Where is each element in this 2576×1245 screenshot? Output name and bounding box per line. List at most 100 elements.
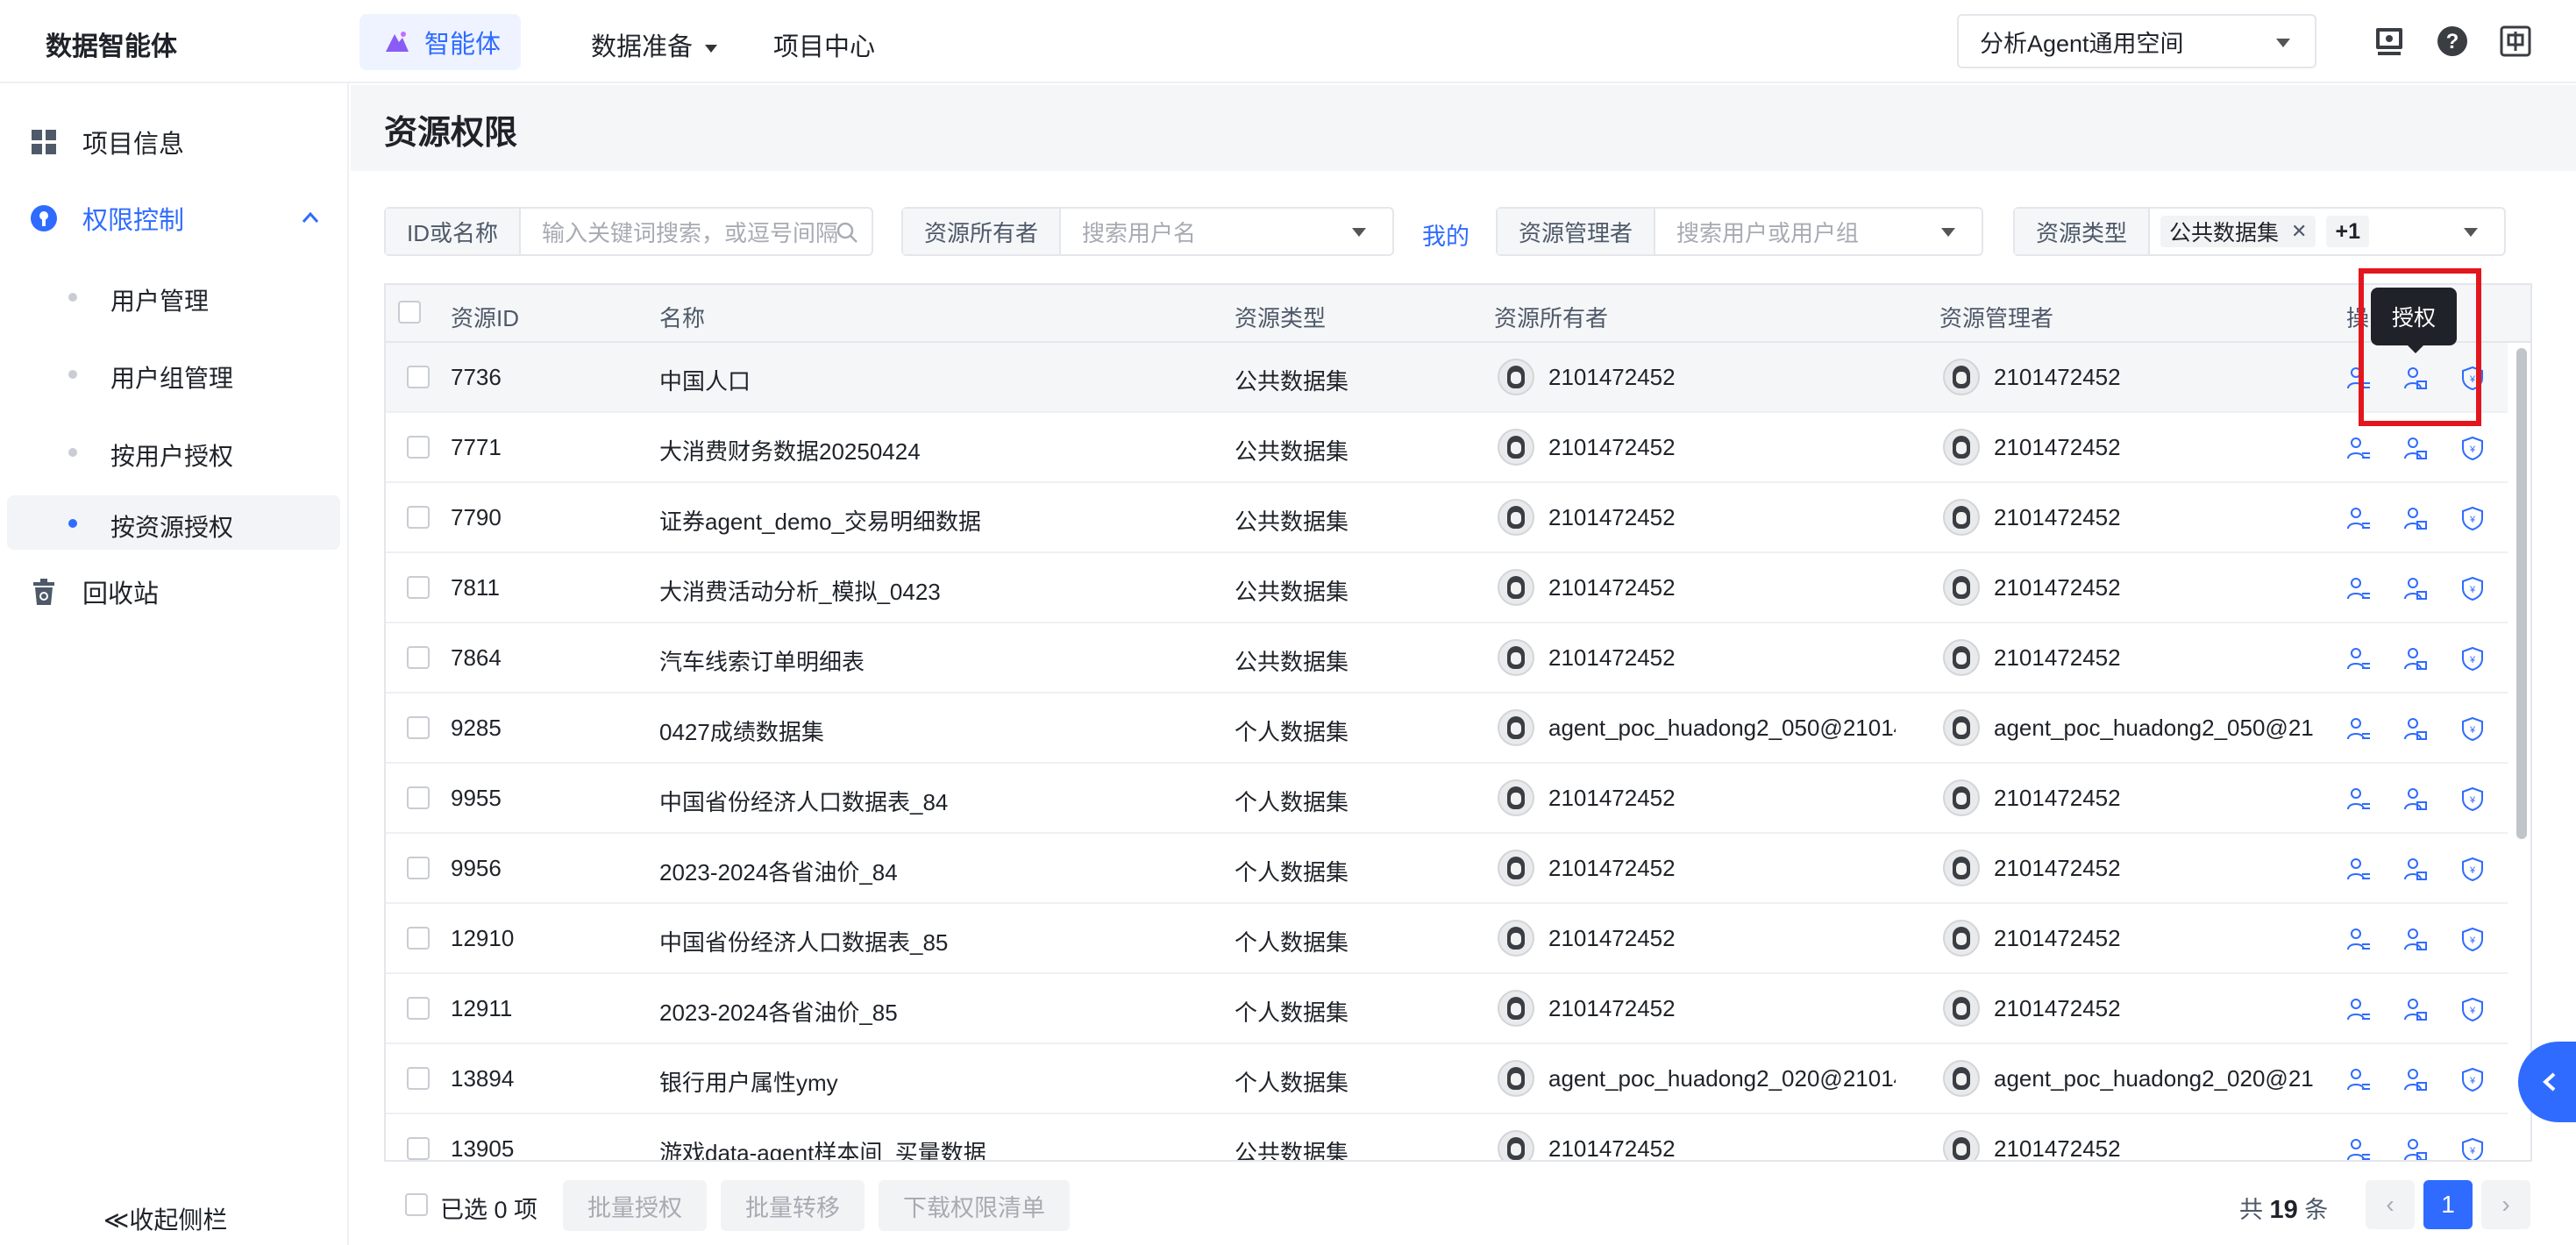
cell-type: 公共数据集 xyxy=(1235,509,1349,535)
cell-type: 公共数据集 xyxy=(1235,438,1349,465)
grant-user-icon[interactable] xyxy=(2346,716,2371,741)
table-row[interactable]: 7864 汽车线索订单明细表 公共数据集 2101472452 2101472452 ¥ xyxy=(386,623,2508,694)
id-name-search-input[interactable]: 输入关键词搜索，或逗号间隔 xyxy=(521,209,872,254)
cell-manager: 2101472452 xyxy=(1994,1135,2121,1162)
grant-user-icon[interactable] xyxy=(2346,576,2371,601)
authorize-icon[interactable] xyxy=(2402,927,2427,951)
row-checkbox[interactable] xyxy=(407,927,430,950)
table-row[interactable]: 12910 中国省份经济人口数据表_85 个人数据集 2101472452 210147… xyxy=(386,904,2508,974)
sidebar-item-project-info[interactable]: 项目信息 xyxy=(0,116,349,168)
sidebar-item-user-group-management[interactable]: 用户组管理 xyxy=(7,346,340,401)
authorize-icon[interactable] xyxy=(2402,997,2427,1021)
cell-name: 大消费财务数据20250424 xyxy=(659,438,921,465)
table-row[interactable]: 9285 0427成绩数据集 个人数据集 agent_poc_huadong2_050… xyxy=(386,694,2508,764)
collapse-sidebar-button[interactable]: ≪收起侧栏 xyxy=(103,1201,227,1236)
grant-user-icon[interactable] xyxy=(2346,857,2371,881)
row-checkbox[interactable] xyxy=(407,506,430,529)
shield-icon[interactable]: ¥ xyxy=(2460,997,2485,1021)
grant-user-icon[interactable] xyxy=(2346,646,2371,671)
workspace-select[interactable]: 分析Agent通用空间 xyxy=(1957,14,2316,68)
language-icon[interactable] xyxy=(2499,25,2532,58)
grant-tooltip: 授权 xyxy=(2371,288,2457,353)
row-checkbox[interactable] xyxy=(407,646,430,669)
batch-transfer-button[interactable]: 批量转移 xyxy=(721,1180,865,1231)
row-checkbox[interactable] xyxy=(407,997,430,1020)
sidebar-item-permission-control[interactable]: 权限控制 xyxy=(0,192,349,245)
shield-icon[interactable]: ¥ xyxy=(2460,1137,2485,1162)
sidebar-item-grant-by-resource[interactable]: 按资源授权 xyxy=(7,495,340,550)
grant-user-icon[interactable] xyxy=(2346,506,2371,530)
row-checkbox[interactable] xyxy=(407,366,430,388)
row-checkbox[interactable] xyxy=(407,436,430,459)
filter-manager: 资源管理者 搜索用户或用户组 xyxy=(1496,207,1983,256)
grant-user-icon[interactable] xyxy=(2346,1137,2371,1162)
shield-icon[interactable]: ¥ xyxy=(2460,646,2485,671)
row-checkbox[interactable] xyxy=(407,857,430,879)
monitor-icon[interactable] xyxy=(2373,25,2406,58)
footer-select-checkbox[interactable] xyxy=(405,1193,428,1216)
shield-icon[interactable]: ¥ xyxy=(2460,436,2485,460)
nav-agent[interactable]: 智能体 xyxy=(359,14,521,70)
table-row[interactable]: 13905 游戏data-agent样本间_买量数据 公共数据集 2101472452… xyxy=(386,1114,2508,1162)
authorize-icon[interactable] xyxy=(2402,857,2427,881)
table-row[interactable]: 9956 2023-2024各省油价_84 个人数据集 2101472452 21014… xyxy=(386,834,2508,904)
owner-search-select[interactable]: 搜索用户名 xyxy=(1061,209,1392,254)
table-row[interactable]: 13894 银行用户属性ymy 个人数据集 agent_poc_huadong2_02… xyxy=(386,1044,2508,1114)
cell-manager: 2101472452 xyxy=(1994,364,2121,390)
close-icon[interactable]: ✕ xyxy=(2291,220,2307,243)
select-all-checkbox[interactable] xyxy=(398,301,421,324)
sidebar-item-recycle-bin[interactable]: 回收站 xyxy=(0,566,349,618)
resource-type-select[interactable]: 公共数据集 ✕ +1 xyxy=(2150,209,2504,254)
shield-icon[interactable]: ¥ xyxy=(2460,576,2485,601)
manager-search-select[interactable]: 搜索用户或用户组 xyxy=(1655,209,1982,254)
shield-icon[interactable]: ¥ xyxy=(2460,716,2485,741)
page-1-button[interactable]: 1 xyxy=(2423,1180,2473,1229)
search-icon[interactable] xyxy=(835,220,859,245)
download-permissions-button[interactable]: 下载权限清单 xyxy=(879,1180,1070,1231)
authorize-icon[interactable] xyxy=(2402,716,2427,741)
table-scrollbar[interactable] xyxy=(2516,348,2527,839)
sidebar-item-grant-by-user[interactable]: 按用户授权 xyxy=(7,424,340,479)
authorize-icon[interactable] xyxy=(2402,576,2427,601)
shield-icon[interactable]: ¥ xyxy=(2460,506,2485,530)
prev-page-button[interactable]: ‹ xyxy=(2366,1180,2415,1229)
mine-link[interactable]: 我的 xyxy=(1422,217,1469,252)
authorize-icon[interactable] xyxy=(2402,1067,2427,1092)
next-page-button[interactable]: › xyxy=(2481,1180,2530,1229)
table-row[interactable]: 7771 大消费财务数据20250424 公共数据集 2101472452 210147… xyxy=(386,413,2508,483)
grant-user-icon[interactable] xyxy=(2346,786,2371,811)
shield-icon[interactable]: ¥ xyxy=(2460,927,2485,951)
nav-data-prep[interactable]: 数据准备 xyxy=(591,26,718,63)
authorize-icon[interactable] xyxy=(2402,786,2427,811)
selected-type-tag[interactable]: 公共数据集 ✕ xyxy=(2160,216,2316,247)
row-checkbox[interactable] xyxy=(407,716,430,739)
help-icon[interactable]: ? xyxy=(2436,25,2469,58)
cell-id: 9956 xyxy=(451,855,502,881)
cell-owner: 2101472452 xyxy=(1548,855,1676,881)
total-suffix: 条 xyxy=(2304,1197,2329,1223)
authorize-icon[interactable] xyxy=(2402,646,2427,671)
shield-icon[interactable]: ¥ xyxy=(2460,786,2485,811)
row-checkbox[interactable] xyxy=(407,576,430,599)
row-checkbox[interactable] xyxy=(407,786,430,809)
row-checkbox[interactable] xyxy=(407,1137,430,1160)
table-row[interactable]: 7736 中国人口 公共数据集 2101472452 2101472452 ¥ xyxy=(386,343,2508,413)
grant-user-icon[interactable] xyxy=(2346,1067,2371,1092)
table-row[interactable]: 12911 2023-2024各省油价_85 个人数据集 2101472452 2101… xyxy=(386,974,2508,1044)
grant-user-icon[interactable] xyxy=(2346,997,2371,1021)
table-row[interactable]: 9955 中国省份经济人口数据表_84 个人数据集 2101472452 2101472… xyxy=(386,764,2508,834)
shield-icon[interactable]: ¥ xyxy=(2460,1067,2485,1092)
grant-user-icon[interactable] xyxy=(2346,436,2371,460)
authorize-icon[interactable] xyxy=(2402,436,2427,460)
authorize-icon[interactable] xyxy=(2402,506,2427,530)
input-placeholder: 输入关键词搜索，或逗号间隔 xyxy=(542,219,839,246)
batch-grant-button[interactable]: 批量授权 xyxy=(563,1180,707,1231)
nav-project-center[interactable]: 项目中心 xyxy=(773,26,875,63)
authorize-icon[interactable] xyxy=(2402,1137,2427,1162)
table-row[interactable]: 7790 证券agent_demo_交易明细数据 公共数据集 2101472452 21… xyxy=(386,483,2508,553)
sidebar-item-user-management[interactable]: 用户管理 xyxy=(7,269,340,324)
shield-icon[interactable]: ¥ xyxy=(2460,857,2485,881)
row-checkbox[interactable] xyxy=(407,1067,430,1090)
grant-user-icon[interactable] xyxy=(2346,927,2371,951)
table-row[interactable]: 7811 大消费活动分析_模拟_0423 公共数据集 2101472452 210147… xyxy=(386,553,2508,623)
